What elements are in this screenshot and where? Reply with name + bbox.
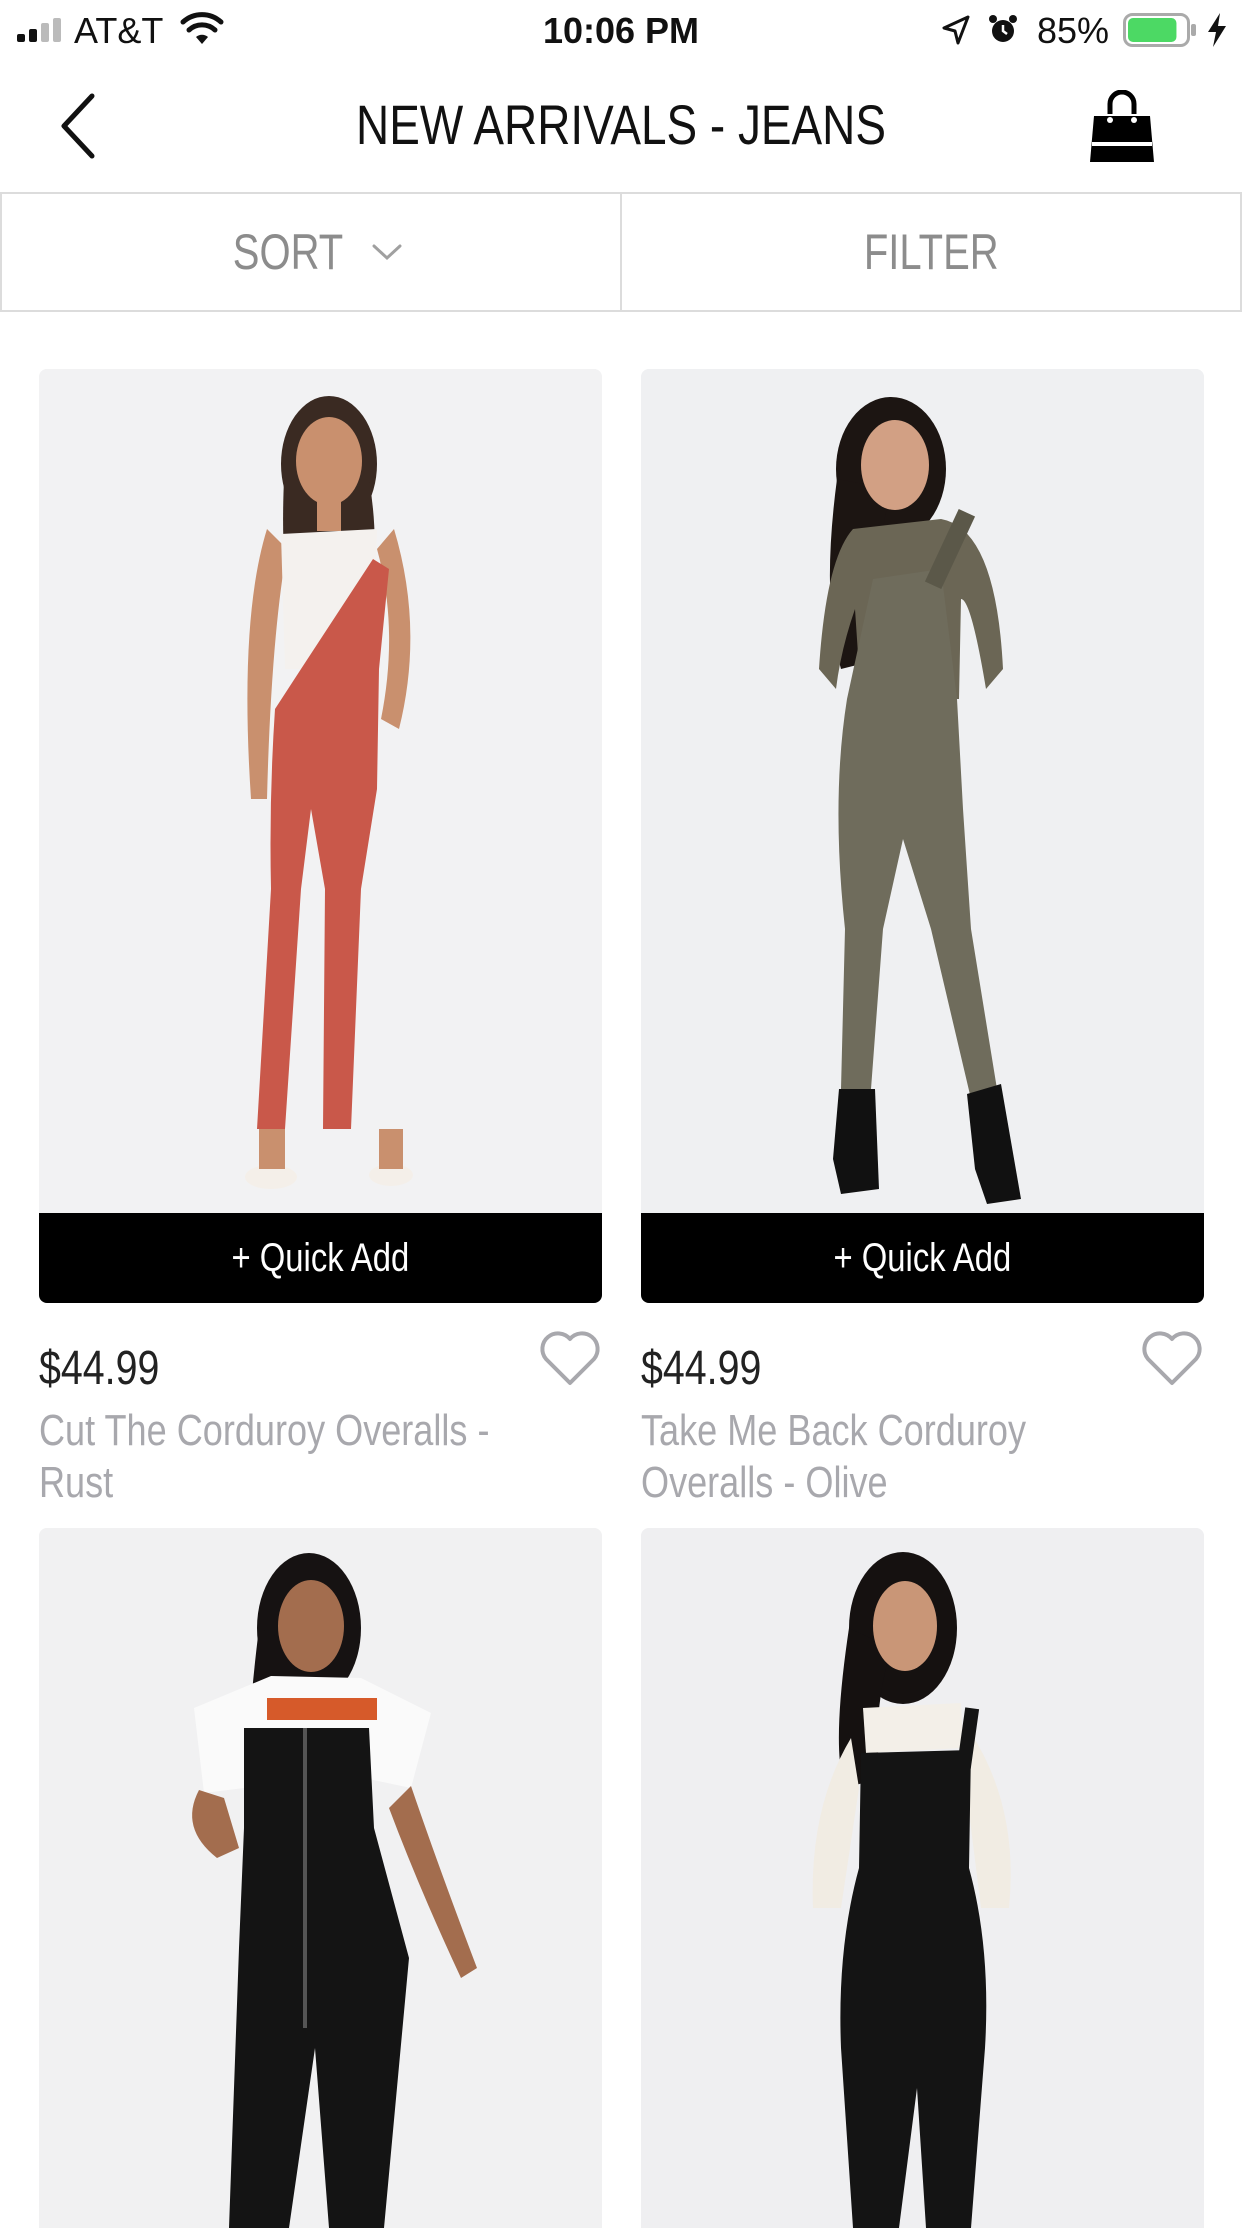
product-image[interactable] (39, 1528, 602, 2228)
product-image[interactable] (641, 1528, 1204, 2228)
battery-percent: 85% (1037, 10, 1110, 51)
sort-label: SORT (232, 224, 344, 280)
chevron-down-icon (372, 244, 402, 261)
product-price: $44.99 (39, 1342, 160, 1395)
heart-icon[interactable] (539, 1329, 601, 1387)
product-image[interactable] (39, 369, 602, 1213)
location-arrow-icon (942, 15, 970, 45)
back-button[interactable] (50, 90, 110, 160)
shopping-bag-icon (1090, 90, 1154, 162)
alarm-icon (989, 15, 1017, 42)
nav-header: NEW ARRIVALS - JEANS (0, 62, 1242, 192)
quick-add-button[interactable]: + Quick Add (641, 1213, 1204, 1303)
charging-bolt-icon (1208, 13, 1226, 47)
quick-add-button[interactable]: + Quick Add (39, 1213, 602, 1303)
chevron-left-icon (61, 93, 95, 159)
product-name[interactable]: Take Me Back Corduroy Overalls - Olive (641, 1405, 1035, 1509)
page-title: NEW ARRIVALS - JEANS (356, 93, 886, 156)
product-name[interactable]: Cut The Corduroy Overalls - Rust (39, 1405, 547, 1509)
sort-button[interactable]: SORT (0, 194, 621, 310)
filter-label: FILTER (863, 224, 999, 280)
quick-add-label: + Quick Add (833, 1235, 1012, 1280)
filter-button[interactable]: FILTER (621, 194, 1242, 310)
heart-icon[interactable] (1141, 1329, 1203, 1387)
sort-filter-bar: SORT FILTER (0, 192, 1242, 312)
quick-add-label: + Quick Add (231, 1235, 410, 1280)
product-image[interactable] (641, 369, 1204, 1213)
shopping-bag-button[interactable] (1084, 90, 1160, 166)
battery-icon (1123, 13, 1196, 47)
product-price: $44.99 (641, 1342, 762, 1395)
status-bar: AT&T 10:06 PM 85% (0, 0, 1242, 62)
